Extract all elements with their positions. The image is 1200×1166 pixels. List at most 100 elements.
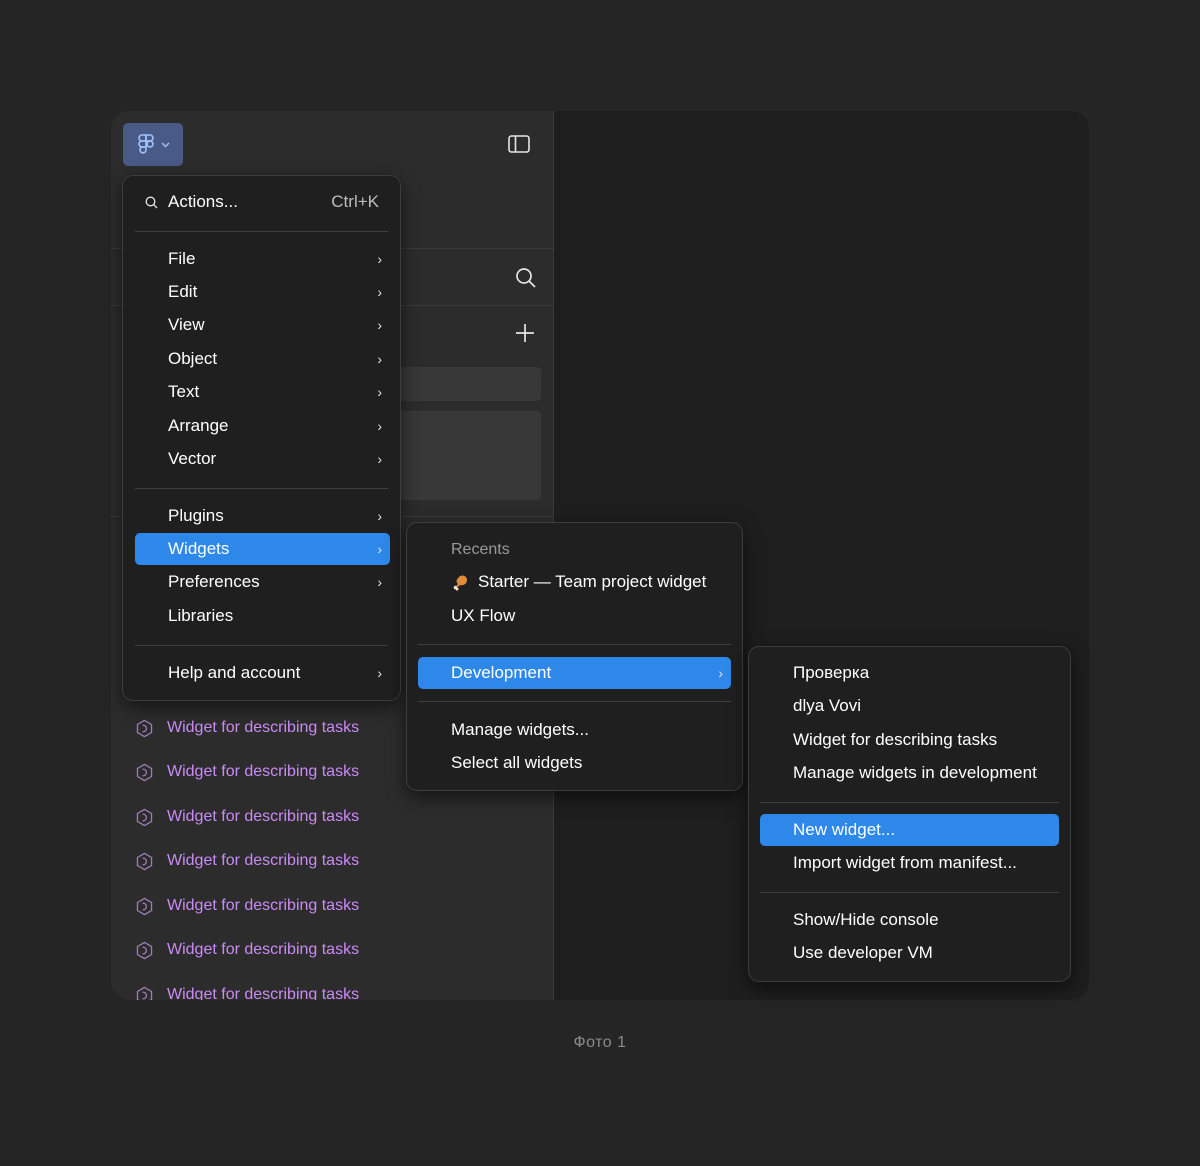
menu-item-label: Arrange — [168, 416, 229, 435]
chevron-right-icon: › — [377, 251, 382, 267]
widget-list-item-label: Widget for describing tasks — [167, 986, 360, 1000]
menu-item-label: Development — [451, 663, 552, 682]
menu-item-new-widget[interactable]: New widget... — [760, 814, 1059, 846]
menu-divider — [135, 645, 388, 646]
menu-item-label: Use developer VM — [793, 943, 933, 962]
widget-list-item-label: Widget for describing tasks — [167, 763, 360, 780]
chevron-down-icon — [161, 142, 169, 147]
menu-divider — [135, 231, 388, 232]
menu-item-preferences[interactable]: Preferences › — [135, 566, 390, 598]
chevron-right-icon: › — [377, 451, 382, 467]
widgets-submenu: Recents Starter — Team project widget UX… — [406, 522, 743, 791]
main-menu-button[interactable] — [123, 123, 183, 166]
menu-item-label: Starter — Team project widget — [478, 572, 707, 591]
menu-item-label: View — [168, 315, 205, 334]
dev-widget-item[interactable]: Widget for describing tasks — [760, 724, 1059, 756]
menu-item-label: Widgets — [168, 539, 230, 558]
widget-list-item-label: Widget for describing tasks — [167, 808, 360, 825]
menu-item-label: Plugins — [168, 506, 224, 525]
menu-item-developer-vm[interactable]: Use developer VM — [760, 937, 1059, 969]
widget-icon — [136, 763, 153, 781]
menu-item-label: Проверка — [793, 663, 870, 682]
widget-list-item-label: Widget for describing tasks — [167, 941, 360, 958]
menu-item-edit[interactable]: Edit › — [135, 276, 390, 308]
menu-item-arrange[interactable]: Arrange › — [135, 410, 390, 442]
menu-item-select-all-widgets[interactable]: Select all widgets — [418, 747, 731, 779]
menu-item-label: Import widget from manifest... — [793, 853, 1017, 872]
menu-item-label: Text — [168, 382, 200, 401]
chevron-right-icon: › — [377, 317, 382, 333]
chevron-right-icon: › — [377, 351, 382, 367]
menu-item-text[interactable]: Text › — [135, 376, 390, 408]
widget-list-item[interactable]: Widget for describing tasks — [135, 849, 359, 873]
chevron-right-icon: › — [377, 418, 382, 434]
chevron-right-icon: › — [377, 508, 382, 524]
menu-item-widgets[interactable]: Widgets › — [135, 533, 390, 565]
chevron-right-icon: › — [377, 665, 382, 681]
actions-label: Actions... — [168, 192, 238, 211]
menu-item-vector[interactable]: Vector › — [135, 443, 390, 475]
menu-item-label: Show/Hide console — [793, 910, 939, 929]
search-icon[interactable] — [515, 267, 537, 289]
widget-icon — [136, 719, 153, 737]
menu-item-manage-widgets[interactable]: Manage widgets... — [418, 714, 731, 746]
sidebar-placeholder-row — [395, 367, 541, 401]
menu-item-label: Help and account — [168, 663, 301, 682]
menu-item-development[interactable]: Development › — [418, 657, 731, 689]
menu-item-object[interactable]: Object › — [135, 343, 390, 375]
menu-divider — [760, 892, 1059, 893]
recent-widget-ux-flow[interactable]: UX Flow — [418, 600, 731, 632]
dev-widget-item[interactable]: Проверка — [760, 657, 1059, 689]
menu-item-libraries[interactable]: Libraries — [135, 600, 390, 632]
dev-widget-item[interactable]: dlya Vovi — [760, 690, 1059, 722]
sidebar-toggle-icon[interactable] — [508, 135, 530, 153]
menu-item-label: UX Flow — [451, 606, 516, 625]
chevron-right-icon: › — [377, 541, 382, 557]
widget-icon — [136, 897, 153, 915]
chevron-right-icon: › — [377, 384, 382, 400]
menu-item-label: Object — [168, 349, 218, 368]
menu-divider — [135, 488, 388, 489]
menu-item-file[interactable]: File › — [135, 243, 390, 275]
development-submenu: Проверка dlya Vovi Widget for describing… — [748, 646, 1071, 982]
widget-list-item-label: Widget for describing tasks — [167, 719, 360, 736]
sidebar-placeholder-card — [395, 411, 541, 500]
menu-item-label: Preferences — [168, 572, 260, 591]
menu-item-label: Manage widgets in development — [793, 763, 1037, 782]
figure-caption: Фото 1 — [573, 1034, 627, 1051]
menu-item-label: Manage widgets... — [451, 720, 589, 739]
menu-divider — [418, 701, 731, 702]
chevron-right-icon: › — [377, 574, 382, 590]
menu-item-label: File — [168, 249, 196, 268]
recents-heading: Recents — [451, 541, 510, 558]
menu-item-label: New widget... — [793, 820, 896, 839]
plus-icon[interactable] — [514, 322, 536, 344]
actions-search[interactable]: Actions... Ctrl+K — [135, 186, 387, 218]
menu-item-plugins[interactable]: Plugins › — [135, 500, 390, 532]
widget-list-item-label: Widget for describing tasks — [167, 852, 360, 869]
figma-logo-icon — [137, 133, 154, 154]
drumstick-emoji-icon — [453, 575, 467, 591]
widget-list-item-label: Widget for describing tasks — [167, 897, 360, 914]
chevron-right-icon: › — [377, 284, 382, 300]
menu-item-label: Vector — [168, 449, 217, 468]
widget-icon — [136, 986, 153, 1000]
menu-item-manage-dev-widgets[interactable]: Manage widgets in development — [760, 757, 1059, 789]
chevron-right-icon: › — [718, 665, 723, 681]
menu-divider — [418, 644, 731, 645]
widget-list-item[interactable]: Widget for describing tasks — [135, 760, 359, 784]
widget-list-item[interactable]: Widget for describing tasks — [135, 938, 359, 962]
widget-icon — [136, 852, 153, 870]
recent-widget-starter[interactable]: Starter — Team project widget — [418, 566, 731, 598]
actions-shortcut: Ctrl+K — [331, 192, 379, 211]
menu-item-label: Widget for describing tasks — [793, 730, 998, 749]
widget-list-item[interactable]: Widget for describing tasks — [135, 805, 359, 829]
widget-list-item[interactable]: Widget for describing tasks — [135, 894, 359, 918]
menu-item-import-widget[interactable]: Import widget from manifest... — [760, 847, 1059, 879]
menu-item-help[interactable]: Help and account › — [135, 657, 390, 689]
menu-item-show-hide-console[interactable]: Show/Hide console — [760, 904, 1059, 936]
menu-item-view[interactable]: View › — [135, 309, 390, 341]
widget-list-item[interactable]: Widget for describing tasks — [135, 716, 359, 740]
widget-list-item[interactable]: Widget for describing tasks — [135, 983, 359, 1000]
menu-item-label: Edit — [168, 282, 198, 301]
